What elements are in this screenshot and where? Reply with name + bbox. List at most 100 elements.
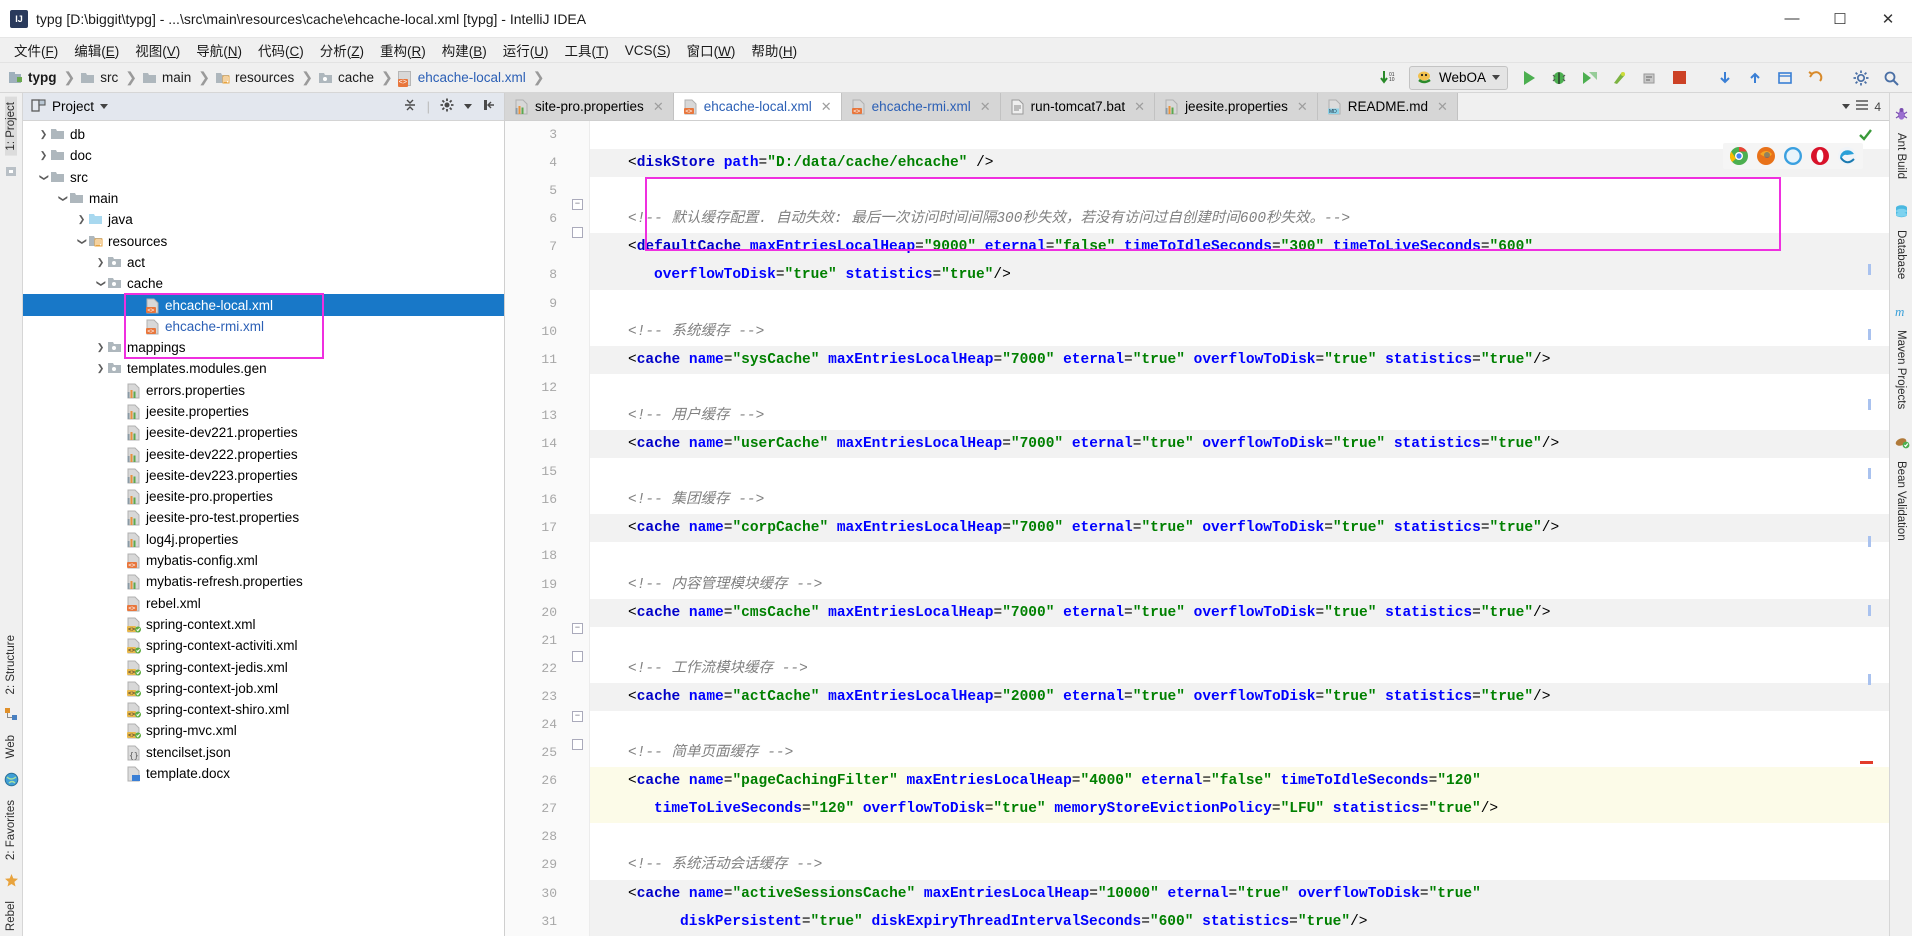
menu-item-5[interactable]: 分析(Z)	[312, 38, 372, 62]
tab-list-icon[interactable]	[1855, 99, 1869, 114]
error-stripe-marker-column[interactable]	[1859, 121, 1874, 936]
menu-item-10[interactable]: VCS(S)	[617, 41, 679, 60]
code-fold-marker[interactable]	[572, 651, 583, 662]
tree-node[interactable]: <> spring-context-activiti.xml	[23, 635, 504, 656]
minimize-button[interactable]: —	[1768, 0, 1816, 37]
code-line[interactable]: <!-- 工作流模块缓存 -->	[590, 655, 1889, 683]
tree-node[interactable]: {} stencilset.json	[23, 742, 504, 763]
tree-node[interactable]: resources	[23, 230, 504, 251]
vcs-rollback-icon[interactable]	[1802, 66, 1828, 90]
code-line[interactable]: <!-- 系统缓存 -->	[590, 318, 1889, 346]
tool-window-maven-projects[interactable]: Maven Projects	[1895, 325, 1907, 414]
chevron-down-icon[interactable]	[37, 172, 50, 183]
code-line[interactable]: diskPersistent="true" diskExpiryThreadIn…	[590, 907, 1889, 936]
menu-item-9[interactable]: 工具(T)	[557, 38, 617, 62]
chevron-right-icon[interactable]	[94, 363, 107, 374]
breadcrumb-item-4[interactable]: cache	[316, 70, 376, 85]
tool-window-ant-build[interactable]: Ant Build	[1895, 128, 1907, 184]
tree-node[interactable]: <> spring-mvc.xml	[23, 720, 504, 741]
code-fold-marker[interactable]: −	[572, 199, 583, 210]
menu-item-3[interactable]: 导航(N)	[188, 38, 250, 62]
tool-window-project[interactable]: 1: Project	[5, 97, 17, 156]
opera-icon[interactable]	[1810, 146, 1830, 166]
tree-node[interactable]: jeesite.properties	[23, 401, 504, 422]
editor-tab-0[interactable]: site-pro.properties ✕	[505, 93, 674, 120]
tree-node[interactable]: java	[23, 209, 504, 230]
settings-icon[interactable]	[1848, 66, 1874, 90]
chevron-down-icon[interactable]	[464, 104, 472, 109]
close-icon[interactable]: ✕	[821, 99, 832, 115]
tree-node[interactable]: <> mybatis-config.xml	[23, 550, 504, 571]
tree-node[interactable]: mybatis-refresh.properties	[23, 571, 504, 592]
code-line[interactable]: <cache name="userCache" maxEntriesLocalH…	[590, 430, 1889, 459]
menu-item-2[interactable]: 视图(V)	[127, 38, 188, 62]
menu-item-8[interactable]: 运行(U)	[495, 38, 557, 62]
chevron-down-icon[interactable]	[100, 104, 109, 109]
project-tree[interactable]: db doc srcmain java resources act cache <> ehcac…	[23, 121, 504, 936]
breadcrumb-item-1[interactable]: src	[78, 70, 120, 85]
database-icon[interactable]	[1894, 204, 1909, 219]
chrome-icon[interactable]	[1729, 146, 1749, 166]
tree-node[interactable]: jeesite-dev222.properties	[23, 443, 504, 464]
code-fold-marker[interactable]	[572, 227, 583, 238]
bean-validation-icon[interactable]	[1894, 435, 1909, 450]
close-icon[interactable]: ✕	[653, 99, 664, 115]
breadcrumb-item-0[interactable]: typg	[6, 70, 59, 85]
safari-icon[interactable]	[1783, 146, 1803, 166]
search-everywhere-icon[interactable]	[1878, 66, 1904, 90]
code-line[interactable]: <cache name="activeSessionsCache" maxEnt…	[590, 879, 1889, 908]
editor-tab-1[interactable]: <> ehcache-local.xml ✕	[673, 93, 842, 120]
menu-item-1[interactable]: 编辑(E)	[66, 38, 127, 62]
breadcrumb-item-5[interactable]: ehcache-local.xml	[396, 70, 528, 87]
chevron-down-icon[interactable]	[75, 236, 88, 247]
menu-item-6[interactable]: 重构(R)	[372, 38, 434, 62]
tree-node[interactable]: act	[23, 252, 504, 273]
structure-icon[interactable]	[4, 707, 19, 722]
tree-node[interactable]: <> spring-context-job.xml	[23, 678, 504, 699]
menu-item-12[interactable]: 帮助(H)	[743, 38, 805, 62]
tree-node[interactable]: templates.modules.gen	[23, 358, 504, 379]
editor-tab-3[interactable]: run-tomcat7.bat ✕	[1000, 93, 1156, 120]
code-line[interactable]	[590, 823, 1889, 851]
run-configuration-selector[interactable]: WebOA	[1408, 65, 1508, 90]
favorites-star-icon[interactable]	[4, 873, 19, 888]
breadcrumb-item-3[interactable]: resources	[213, 70, 296, 85]
chevron-down-icon[interactable]	[1842, 104, 1851, 109]
gear-icon[interactable]	[440, 98, 454, 115]
code-fold-marker[interactable]	[572, 739, 583, 750]
menu-item-4[interactable]: 代码(C)	[250, 38, 312, 62]
tree-node[interactable]: jeesite-dev221.properties	[23, 422, 504, 443]
update-project-icon[interactable]: 01 10	[1375, 66, 1401, 90]
tree-node[interactable]: <> spring-context-jedis.xml	[23, 656, 504, 677]
code-content[interactable]: <diskStore path="D:/data/cache/ehcache" …	[590, 121, 1889, 936]
code-line[interactable]: <!-- 系统活动会话缓存 -->	[590, 851, 1889, 879]
editor-tab-2[interactable]: <> ehcache-rmi.xml ✕	[841, 93, 1001, 120]
tree-node[interactable]: mappings	[23, 337, 504, 358]
tree-node[interactable]: <> ehcache-rmi.xml	[23, 316, 504, 337]
run-with-coverage-icon[interactable]	[1576, 66, 1602, 90]
tool-window-database[interactable]: Database	[1895, 225, 1907, 284]
close-icon[interactable]: ✕	[1297, 99, 1308, 115]
project-files-icon[interactable]	[4, 164, 19, 179]
code-line[interactable]: <cache name="actCache" maxEntriesLocalHe…	[590, 682, 1889, 711]
maximize-button[interactable]: ☐	[1816, 0, 1864, 37]
tree-node[interactable]: <> spring-context-shiro.xml	[23, 699, 504, 720]
chevron-right-icon[interactable]	[94, 342, 107, 353]
chevron-right-icon[interactable]	[37, 129, 50, 140]
close-icon[interactable]: ✕	[1437, 99, 1448, 115]
chevron-right-icon[interactable]	[94, 257, 107, 268]
chevron-right-icon[interactable]	[75, 214, 88, 225]
code-line[interactable]: <cache name="pageCachingFilter" maxEntri…	[590, 767, 1889, 796]
run-icon[interactable]	[1516, 66, 1542, 90]
code-fold-marker[interactable]: −	[572, 711, 583, 722]
stop-icon[interactable]	[1666, 66, 1692, 90]
tree-node[interactable]: doc	[23, 145, 504, 166]
edge-icon[interactable]	[1837, 146, 1857, 166]
tree-node[interactable]: <> rebel.xml	[23, 593, 504, 614]
chevron-down-icon[interactable]	[94, 278, 107, 289]
firefox-icon[interactable]	[1756, 146, 1776, 166]
tree-node[interactable]: template.docx	[23, 763, 504, 784]
attach-icon[interactable]	[1636, 66, 1662, 90]
vcs-history-icon[interactable]	[1772, 66, 1798, 90]
code-line[interactable]: <diskStore path="D:/data/cache/ehcache" …	[590, 149, 1889, 178]
